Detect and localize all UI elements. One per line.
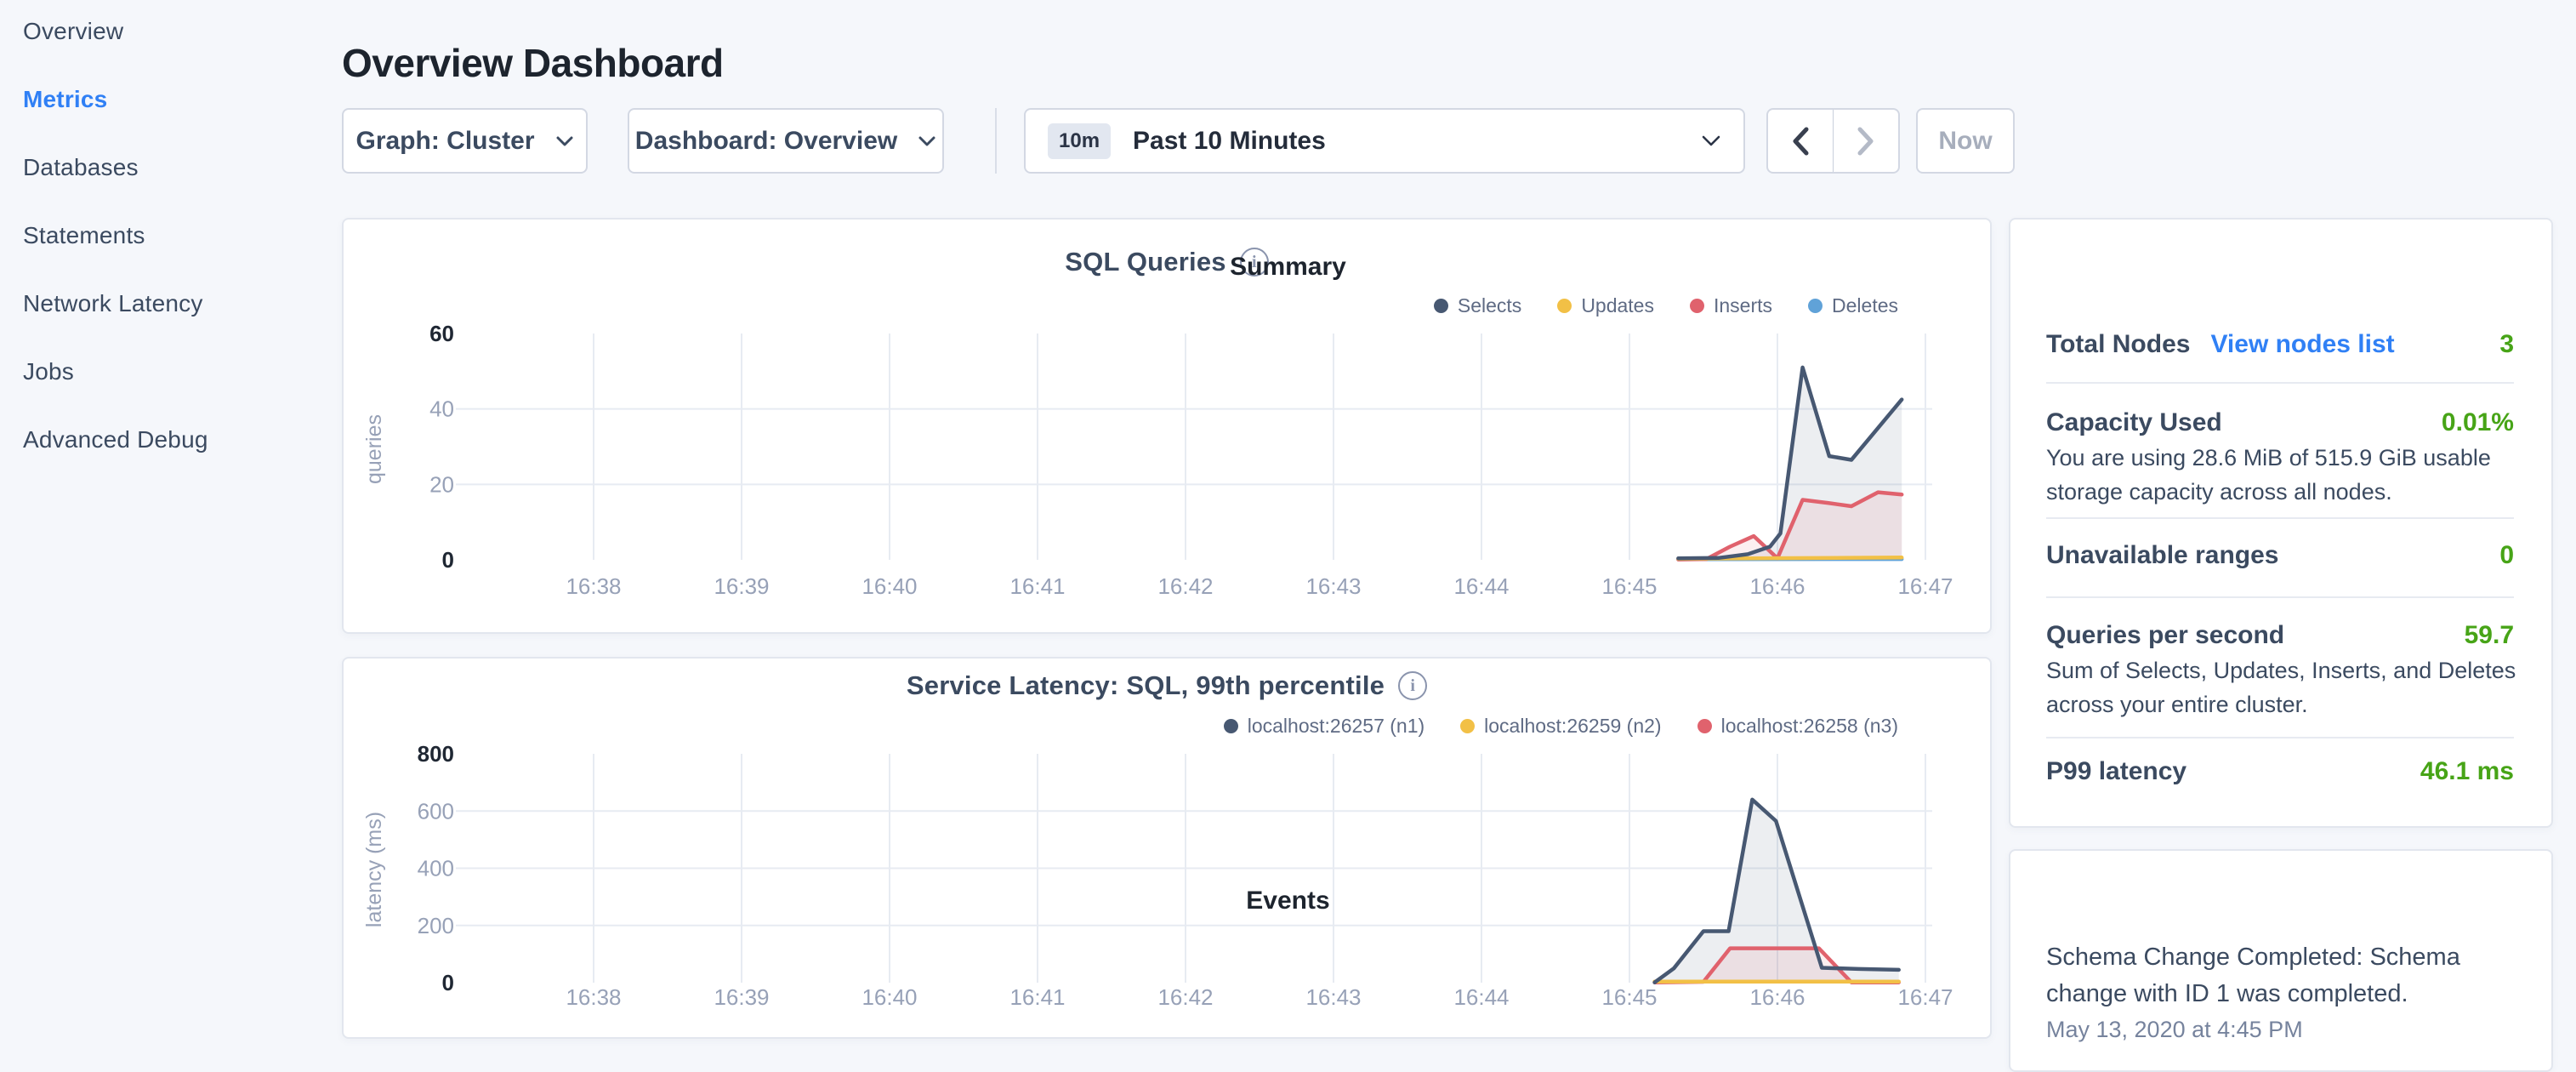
capacity-used-value: 0.01% [2442,408,2514,437]
page-title: Overview Dashboard [342,40,724,86]
graph-dropdown-label: Graph: Cluster [355,127,534,156]
unavailable-ranges-value: 0 [2499,541,2514,570]
sidebar-item-overview[interactable]: Overview [23,17,329,46]
sidebar-item-jobs[interactable]: Jobs [23,357,329,386]
graph-dropdown[interactable]: Graph: Cluster [342,108,588,174]
summary-row-capacity: Capacity Used 0.01% [2046,408,2514,437]
summary-row-p99: P99 latency 46.1 ms [2046,757,2514,786]
view-nodes-list-link[interactable]: View nodes list [2210,330,2394,359]
time-range-badge: 10m [1048,123,1111,159]
sql-queries-plot: 16:38 16:39 16:40 16:41 16:42 16:43 16:44 16:45… [344,220,1993,636]
chevron-right-icon [1855,125,1877,157]
service-latency-chart-card: Service Latency: SQL, 99th percentile i … [342,657,1992,1039]
y-axis-tick: 0 [442,547,454,573]
y-axis-tick: 400 [418,856,454,881]
y-axis-tick: 60 [429,321,454,346]
x-axis-tick: 16:39 [714,573,769,599]
toolbar-divider [995,108,997,174]
summary-row-total-nodes: Total Nodes View nodes list 3 [2046,330,2514,359]
y-axis-tick: 200 [418,913,454,938]
unavailable-ranges-label: Unavailable ranges [2046,541,2278,570]
service-latency-plot: 16:38 16:39 16:40 16:41 16:42 16:43 16:44 16:45… [344,659,1993,1041]
x-axis-tick: 16:46 [1749,984,1805,1010]
chevron-down-icon [555,135,574,147]
summary-row-unavailable: Unavailable ranges 0 [2046,541,2514,570]
sidebar-item-network-latency[interactable]: Network Latency [23,289,329,318]
event-message: Schema Change Completed: Schema change w… [2046,939,2527,1012]
qps-description: Sum of Selects, Updates, Inserts, and De… [2046,653,2522,721]
total-nodes-label: Total Nodes [2046,330,2190,359]
chevron-down-icon [918,135,936,147]
x-axis-tick: 16:40 [862,573,917,599]
step-forward-button[interactable] [1834,110,1898,172]
x-axis-tick: 16:47 [1897,984,1953,1010]
sidebar-item-advanced-debug[interactable]: Advanced Debug [23,425,329,454]
x-axis-tick: 16:40 [862,984,917,1010]
summary-divider [2046,596,2514,598]
summary-divider [2046,737,2514,738]
x-axis-tick: 16:43 [1305,573,1361,599]
capacity-used-label: Capacity Used [2046,408,2222,437]
x-axis-tick: 16:38 [566,984,621,1010]
x-axis-tick: 16:43 [1305,984,1361,1010]
chevron-left-icon [1789,125,1811,157]
qps-value: 59.7 [2465,621,2514,650]
y-axis-tick: 600 [418,798,454,824]
summary-divider [2046,382,2514,384]
now-button[interactable]: Now [1916,108,2015,174]
sidebar-nav: Overview Metrics Databases Statements Networ… [23,17,329,454]
p99-latency-label: P99 latency [2046,757,2186,786]
x-axis-tick: 16:42 [1157,984,1213,1010]
x-axis-tick: 16:44 [1453,984,1509,1010]
sidebar-item-statements[interactable]: Statements [23,221,329,250]
x-axis-tick: 16:41 [1009,984,1065,1010]
summary-row-qps: Queries per second 59.7 [2046,621,2514,650]
total-nodes-value: 3 [2499,330,2514,359]
p99-latency-value: 46.1 ms [2420,757,2514,786]
y-axis-label: queries [362,414,386,484]
x-axis-tick: 16:41 [1009,573,1065,599]
time-step-buttons [1766,108,1900,174]
x-axis-tick: 16:44 [1453,573,1509,599]
x-axis-tick: 16:45 [1601,984,1657,1010]
y-axis-tick: 800 [418,741,454,767]
summary-title: Summary [0,253,2576,282]
sidebar-item-databases[interactable]: Databases [23,153,329,182]
x-axis-tick: 16:47 [1897,573,1953,599]
x-axis-tick: 16:46 [1749,573,1805,599]
dashboard-dropdown[interactable]: Dashboard: Overview [628,108,944,174]
y-axis-tick: 20 [429,471,454,497]
qps-label: Queries per second [2046,621,2284,650]
step-back-button[interactable] [1768,110,1833,172]
x-axis-tick: 16:38 [566,573,621,599]
sidebar-item-metrics[interactable]: Metrics [23,85,329,114]
x-axis-tick: 16:39 [714,984,769,1010]
y-axis-tick: 0 [442,970,454,995]
x-axis-tick: 16:45 [1601,573,1657,599]
y-axis-tick: 40 [429,396,454,422]
time-range-label: Past 10 Minutes [1133,127,1701,156]
x-axis-tick: 16:42 [1157,573,1213,599]
dashboard-dropdown-label: Dashboard: Overview [635,127,897,156]
events-title: Events [0,887,2576,915]
capacity-description: You are using 28.6 MiB of 515.9 GiB usab… [2046,441,2522,509]
event-timestamp: May 13, 2020 at 4:45 PM [2046,1017,2303,1043]
summary-divider [2046,517,2514,519]
chevron-down-icon [1701,134,1721,147]
time-range-picker[interactable]: 10m Past 10 Minutes [1024,108,1745,174]
